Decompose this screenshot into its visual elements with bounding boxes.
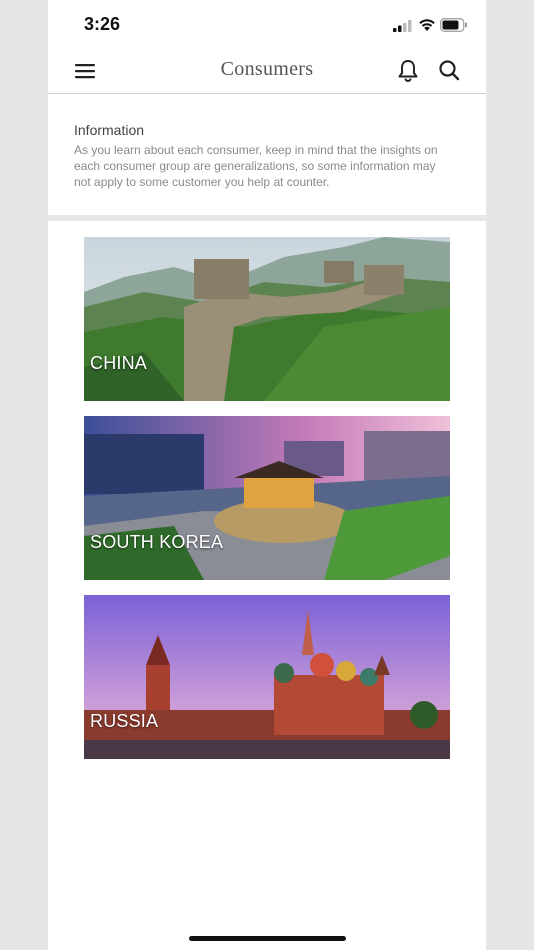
russia-red-square-image	[84, 595, 450, 759]
status-bar: 3:26	[48, 0, 486, 48]
page-title: Consumers	[220, 58, 314, 80]
information-title: Information	[74, 122, 145, 138]
country-label-south-korea: SOUTH KOREA	[90, 532, 224, 552]
status-time: 3:26	[84, 14, 121, 34]
home-indicator[interactable]	[189, 936, 346, 941]
app-header: Consumers	[48, 48, 486, 94]
phone-screen: 3:26 Consumers Information As you learn …	[48, 0, 486, 950]
bell-icon[interactable]	[397, 58, 419, 82]
search-icon[interactable]	[438, 59, 460, 81]
south-korea-city-image	[84, 416, 450, 580]
china-great-wall-image	[84, 237, 450, 401]
battery-icon	[440, 18, 467, 32]
cellular-signal-icon	[393, 20, 412, 32]
country-card-south-korea[interactable]: SOUTH KOREA	[84, 416, 450, 580]
country-label-china: CHINA	[90, 353, 148, 373]
country-card-russia[interactable]: RUSSIA	[84, 595, 450, 759]
section-divider	[48, 215, 486, 221]
country-card-china[interactable]: CHINA	[84, 237, 450, 401]
information-card: Information As you learn about each cons…	[48, 94, 486, 215]
information-text: As you learn about each consumer, keep i…	[74, 143, 438, 189]
country-label-russia: RUSSIA	[90, 711, 159, 731]
wifi-icon	[419, 19, 435, 31]
